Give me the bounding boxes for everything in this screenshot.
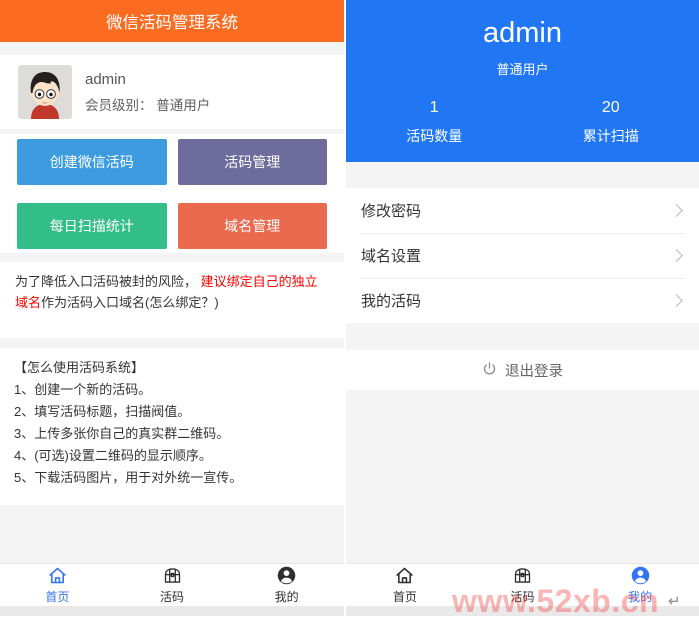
- person-circle-icon: [276, 565, 297, 586]
- domain-manage-button[interactable]: 域名管理: [178, 203, 328, 249]
- daily-scan-stats-button[interactable]: 每日扫描统计: [17, 203, 167, 249]
- chevron-right-icon: [670, 249, 683, 262]
- tab-codes-label: 活码: [160, 588, 184, 605]
- tab-mine-label: 我的: [628, 588, 652, 605]
- tab-codes[interactable]: 活码: [464, 564, 582, 606]
- home-icon: [394, 565, 415, 586]
- account-menu: 修改密码 域名设置 我的活码: [346, 188, 699, 323]
- boy-avatar-icon: [18, 65, 72, 119]
- usage-step: 5、下载活码图片，用于对外统一宣传。: [14, 467, 330, 489]
- treasure-chest-icon: [512, 565, 533, 586]
- logout-label: 退出登录: [505, 360, 563, 381]
- action-button-grid: 创建微信活码 活码管理 每日扫描统计 域名管理: [0, 134, 344, 253]
- menu-item-change-password[interactable]: 修改密码: [346, 188, 699, 233]
- tab-mine[interactable]: 我的: [229, 564, 344, 606]
- left-tab-bar: 首页 活码: [0, 563, 344, 606]
- tab-mine[interactable]: 我的: [581, 564, 699, 606]
- account-username: admin: [346, 16, 699, 50]
- home-icon: [47, 565, 68, 586]
- notice-text-after: 作为活码入口域名(怎么绑定？): [41, 295, 219, 310]
- right-tab-bar: 首页 活码: [346, 563, 699, 606]
- profile-member-level: 会员级别： 普通用户: [85, 94, 210, 114]
- usage-step: 4、(可选)设置二维码的显示顺序。: [14, 445, 330, 467]
- menu-item-domain-settings[interactable]: 域名设置: [346, 233, 699, 278]
- usage-step: 2、填写活码标题，扫描阀值。: [14, 401, 330, 423]
- tab-home[interactable]: 首页: [0, 564, 115, 606]
- bottom-strip: [346, 606, 699, 616]
- account-screen: admin 普通用户 1 活码数量 20 累计扫描 修改密码 域名设置: [346, 0, 699, 619]
- tab-codes[interactable]: 活码: [115, 564, 230, 606]
- home-screen: 微信活码管理系统 admin: [0, 0, 344, 619]
- app-title: 微信活码管理系统: [106, 9, 238, 33]
- usage-step: 3、上传多张你自己的真实群二维码。: [14, 423, 330, 445]
- tab-home[interactable]: 首页: [346, 564, 464, 606]
- stat-value: 20: [523, 99, 699, 117]
- profile-username: admin: [85, 71, 210, 88]
- domain-binding-notice: 为了降低入口活码被封的风险， 建议绑定自己的独立域名作为活码入口域名(怎么绑定？…: [0, 262, 344, 338]
- person-circle-icon: [630, 565, 651, 586]
- logout-button[interactable]: 退出登录: [346, 350, 699, 390]
- tab-home-label: 首页: [393, 588, 417, 605]
- menu-item-label: 域名设置: [361, 245, 421, 266]
- chevron-right-icon: [670, 204, 683, 217]
- account-user-type: 普通用户: [346, 59, 699, 78]
- stat-total-scans: 20 累计扫描: [523, 99, 699, 146]
- screenshot-stage: 微信活码管理系统 admin: [0, 0, 699, 619]
- bottom-strip: [0, 606, 344, 616]
- tab-codes-label: 活码: [511, 588, 535, 605]
- stat-label: 活码数量: [346, 126, 523, 146]
- account-stats: 1 活码数量 20 累计扫描: [346, 99, 699, 146]
- account-header: admin 普通用户 1 活码数量 20 累计扫描: [346, 0, 699, 162]
- usage-guide-title: 【怎么使用活码系统】: [14, 357, 330, 379]
- usage-guide: 【怎么使用活码系统】 1、创建一个新的活码。 2、填写活码标题，扫描阀值。 3、…: [0, 348, 344, 505]
- power-icon: [482, 361, 497, 380]
- notice-text-before: 为了降低入口活码被封的风险，: [15, 274, 201, 289]
- app-title-bar: 微信活码管理系统: [0, 0, 344, 42]
- tab-mine-label: 我的: [275, 588, 299, 605]
- menu-item-label: 修改密码: [361, 200, 421, 221]
- live-code-manage-button[interactable]: 活码管理: [178, 139, 328, 185]
- menu-item-my-live-codes[interactable]: 我的活码: [346, 278, 699, 323]
- usage-step: 1、创建一个新的活码。: [14, 379, 330, 401]
- tab-home-label: 首页: [45, 588, 69, 605]
- stat-label: 累计扫描: [523, 126, 699, 146]
- stat-value: 1: [346, 99, 523, 117]
- text-cursor-artifact: ↵: [668, 592, 681, 610]
- chevron-right-icon: [670, 294, 683, 307]
- profile-card: admin 会员级别： 普通用户: [0, 55, 344, 129]
- profile-text: admin 会员级别： 普通用户: [85, 71, 210, 114]
- treasure-chest-icon: [162, 565, 183, 586]
- create-live-code-button[interactable]: 创建微信活码: [17, 139, 167, 185]
- menu-item-label: 我的活码: [361, 290, 421, 311]
- stat-live-code-count: 1 活码数量: [346, 99, 523, 146]
